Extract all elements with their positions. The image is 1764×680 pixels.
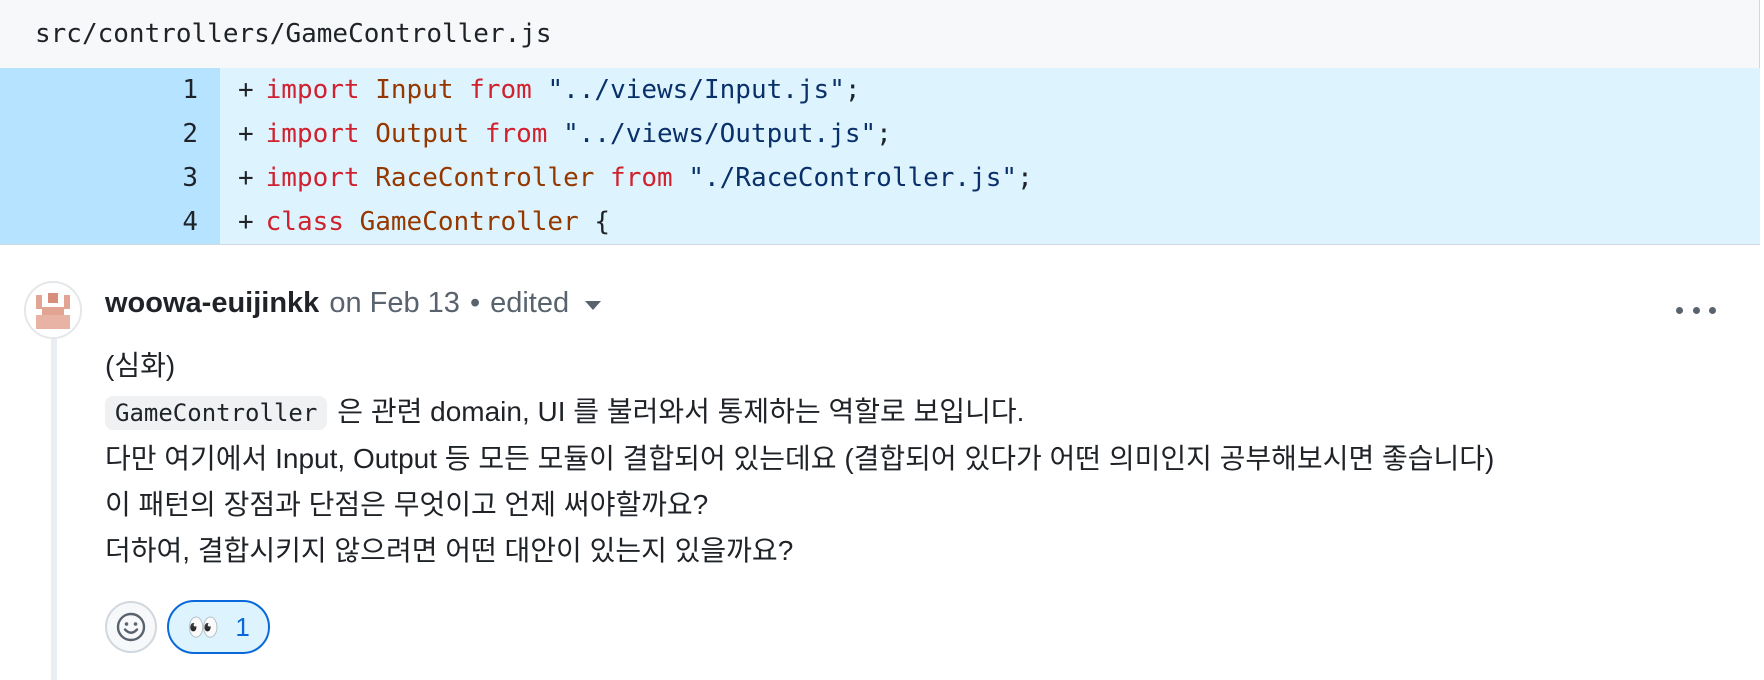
chevron-down-icon[interactable]: [585, 301, 602, 310]
code-line: + import Output from "../views/Output.js"…: [220, 112, 1760, 156]
meta-separator: •: [469, 287, 481, 319]
diff-line: 1 + import Input from "../views/Input.js";: [0, 68, 1760, 112]
code-token: import: [265, 75, 360, 105]
add-reaction-button[interactable]: [105, 601, 157, 653]
reactions-bar: 👀 1: [105, 600, 270, 654]
line-number[interactable]: 4: [0, 200, 220, 244]
code-line: + class GameController {: [220, 200, 1760, 244]
code-token: Output: [375, 119, 470, 149]
comment-date[interactable]: on Feb 13: [329, 287, 460, 320]
diff-table: 1 + import Input from "../views/Input.js";…: [0, 68, 1760, 244]
code-token: from: [610, 163, 673, 193]
comment-line: 더하여, 결합시키지 않으려면 어떤 대안이 있는지 있을까요?: [105, 535, 794, 566]
code-token: "./RaceController.js": [688, 163, 1018, 193]
identicon-icon: [26, 283, 80, 337]
code-token: ;: [844, 75, 861, 105]
line-number[interactable]: 3: [0, 156, 220, 200]
code-line: + import RaceController from "./RaceContr…: [220, 156, 1760, 200]
avatar[interactable]: [24, 281, 82, 339]
code-token: import: [265, 119, 360, 149]
code-line: + import Input from "../views/Input.js";: [220, 68, 1760, 112]
code-token: "../views/Output.js": [563, 119, 877, 149]
comment-header: woowa-euijinkk on Feb 13 • edited: [105, 287, 602, 320]
added-marker: +: [238, 207, 254, 237]
file-path: src/controllers/GameController.js: [35, 19, 552, 49]
diff-line: 3 + import RaceController from "./RaceCont…: [0, 156, 1760, 200]
line-number[interactable]: 1: [0, 68, 220, 112]
line-number[interactable]: 2: [0, 112, 220, 156]
comment-text: 은 관련 domain, UI 를 불러와서 통제하는 역할로 보입니다.: [337, 396, 1025, 427]
more-options-icon[interactable]: [1676, 295, 1716, 325]
code-token: from: [469, 75, 532, 105]
code-token: class: [265, 207, 344, 237]
diff-line: 4 + class GameController {: [0, 200, 1760, 244]
code-token: {: [578, 207, 611, 237]
added-marker: +: [238, 75, 254, 105]
file-path-header: src/controllers/GameController.js: [0, 0, 1760, 68]
code-token: "../views/Input.js": [547, 75, 845, 105]
code-token: Input: [375, 75, 454, 105]
added-marker: +: [238, 163, 254, 193]
inline-code: GameController: [105, 396, 328, 430]
thread-line: [51, 335, 57, 680]
code-token: RaceController: [375, 163, 595, 193]
review-comment: woowa-euijinkk on Feb 13 • edited (심화) G…: [0, 245, 1760, 680]
comment-line: 이 패턴의 장점과 단점은 무엇이고 언제 써야할까요?: [105, 489, 709, 520]
code-token: ;: [876, 119, 892, 149]
code-token: from: [484, 119, 548, 149]
added-marker: +: [238, 119, 254, 149]
comment-line: (심화): [105, 350, 176, 381]
author-name[interactable]: woowa-euijinkk: [105, 287, 319, 320]
diff-line: 2 + import Output from "../views/Output.js…: [0, 112, 1760, 156]
comment-line: 다만 여기에서 Input, Output 등 모든 모듈이 결합되어 있는데요…: [105, 443, 1495, 474]
edited-label[interactable]: edited: [490, 287, 569, 320]
comment-body: (심화) GameController 은 관련 domain, UI 를 불러와…: [105, 343, 1494, 574]
eyes-icon: 👀: [187, 611, 220, 642]
smiley-icon: [116, 612, 146, 642]
comment-line: GameController 은 관련 domain, UI 를 불러와서 통제하…: [105, 389, 1494, 436]
code-token: GameController: [359, 207, 579, 237]
reaction-eyes-button[interactable]: 👀 1: [167, 600, 270, 654]
reaction-count: 1: [235, 611, 250, 642]
code-token: import: [265, 163, 360, 193]
code-token: ;: [1017, 163, 1033, 193]
